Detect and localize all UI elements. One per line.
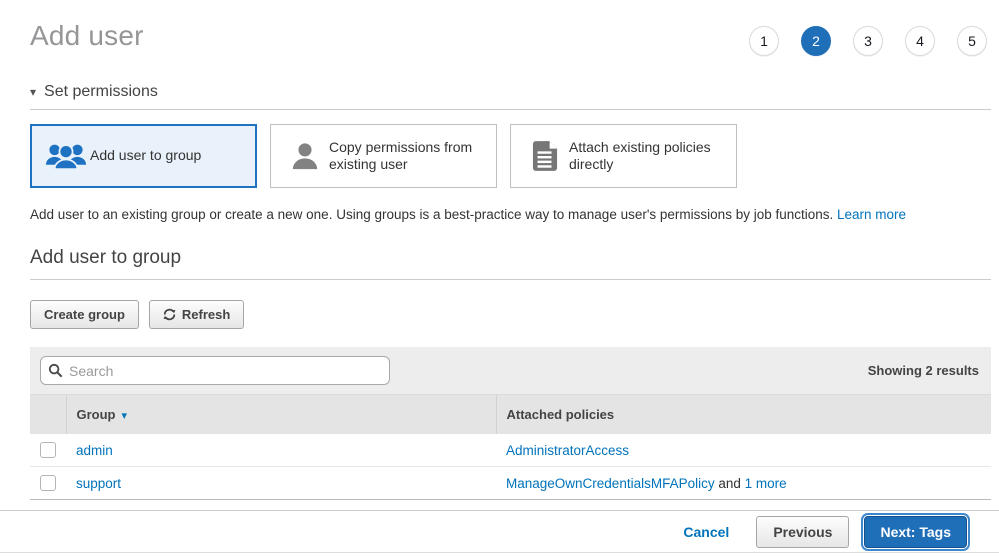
table-row-admin: admin AdministratorAccess	[30, 434, 991, 467]
step-indicator: 1 2 3 4 5	[749, 26, 987, 56]
row-checkbox[interactable]	[40, 475, 56, 491]
section-description: Add user to an existing group or create …	[30, 207, 991, 222]
search-box	[40, 356, 390, 385]
learn-more-link[interactable]: Learn more	[837, 207, 906, 222]
section-set-permissions-toggle[interactable]: ▾ Set permissions	[30, 83, 991, 101]
step-4: 4	[905, 26, 935, 56]
groups-table: Showing 2 results Group▾ Attached polici…	[30, 347, 991, 500]
search-icon	[48, 363, 63, 383]
permission-option-cards: Add user to group Copy permissions from …	[30, 124, 991, 188]
page-title: Add user	[30, 20, 144, 52]
table-header: Group▾ Attached policies	[30, 395, 991, 434]
column-attached-policies[interactable]: Attached policies	[496, 395, 991, 434]
wizard-footer: Cancel Previous Next: Tags	[0, 510, 999, 553]
refresh-icon	[163, 308, 176, 321]
caret-down-icon: ▾	[30, 85, 36, 99]
group-section-title: Add user to group	[30, 247, 991, 269]
section-title: Set permissions	[44, 83, 158, 101]
group-link[interactable]: support	[76, 476, 121, 491]
step-2-active: 2	[801, 26, 831, 56]
users-group-icon	[42, 142, 90, 170]
card-label: Add user to group	[90, 147, 201, 165]
more-policies-link[interactable]: 1 more	[745, 476, 787, 491]
table-row-support: support ManageOwnCredentialsMFAPolicy an…	[30, 467, 991, 500]
next-tags-button[interactable]: Next: Tags	[864, 516, 967, 548]
refresh-button[interactable]: Refresh	[149, 300, 244, 329]
policy-and-text: and	[715, 476, 745, 491]
table-toolbar: Showing 2 results	[30, 347, 991, 395]
user-icon	[281, 141, 329, 171]
policy-link[interactable]: ManageOwnCredentialsMFAPolicy	[506, 476, 715, 491]
sort-desc-icon: ▾	[122, 410, 128, 422]
group-link[interactable]: admin	[76, 443, 113, 458]
header-checkbox-cell	[30, 395, 66, 434]
card-label: Attach existing policies directly	[569, 139, 726, 174]
card-add-user-to-group[interactable]: Add user to group	[30, 124, 257, 188]
search-input[interactable]	[40, 356, 390, 385]
wizard-header: Add user 1 2 3 4 5	[30, 0, 991, 56]
card-copy-permissions[interactable]: Copy permissions from existing user	[270, 124, 497, 188]
column-group[interactable]: Group▾	[66, 395, 496, 434]
add-user-wizard: Add user 1 2 3 4 5 ▾ Set permissions	[0, 0, 999, 500]
card-label: Copy permissions from existing user	[329, 139, 486, 174]
step-3: 3	[853, 26, 883, 56]
document-icon	[521, 141, 569, 171]
policy-link[interactable]: AdministratorAccess	[506, 443, 629, 458]
previous-button[interactable]: Previous	[756, 516, 849, 548]
step-5: 5	[957, 26, 987, 56]
card-attach-policies[interactable]: Attach existing policies directly	[510, 124, 737, 188]
description-text: Add user to an existing group or create …	[30, 207, 833, 222]
results-count: Showing 2 results	[868, 363, 981, 378]
cancel-button[interactable]: Cancel	[683, 524, 729, 540]
group-section-divider	[30, 279, 991, 280]
group-actions: Create group Refresh	[30, 300, 991, 329]
row-checkbox[interactable]	[40, 442, 56, 458]
create-group-button[interactable]: Create group	[30, 300, 139, 329]
step-1: 1	[749, 26, 779, 56]
section-divider	[30, 109, 991, 110]
